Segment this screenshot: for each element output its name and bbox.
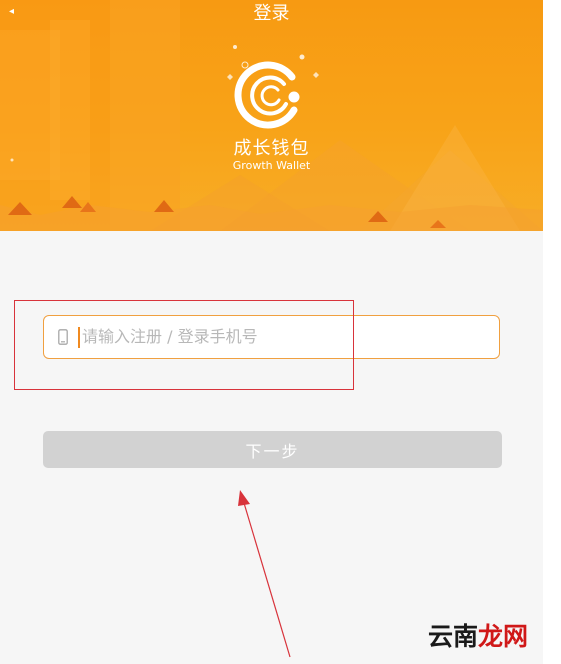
- site-watermark: 云南龙网: [428, 620, 528, 654]
- page-title: 登录: [253, 3, 290, 24]
- watermark-text-red: 龙网: [478, 622, 529, 651]
- header-banner: ◂ 登录 成长钱包 Growth Wallet: [0, 0, 543, 231]
- annotation-highlight-box: [14, 300, 354, 390]
- brand-subtitle: Growth Wallet: [232, 159, 311, 172]
- brand-name: 成长钱包: [233, 138, 310, 159]
- watermark-text-dark: 云南: [428, 622, 479, 651]
- next-step-button[interactable]: 下一步: [43, 431, 502, 468]
- crescent-logo-icon: [234, 61, 300, 129]
